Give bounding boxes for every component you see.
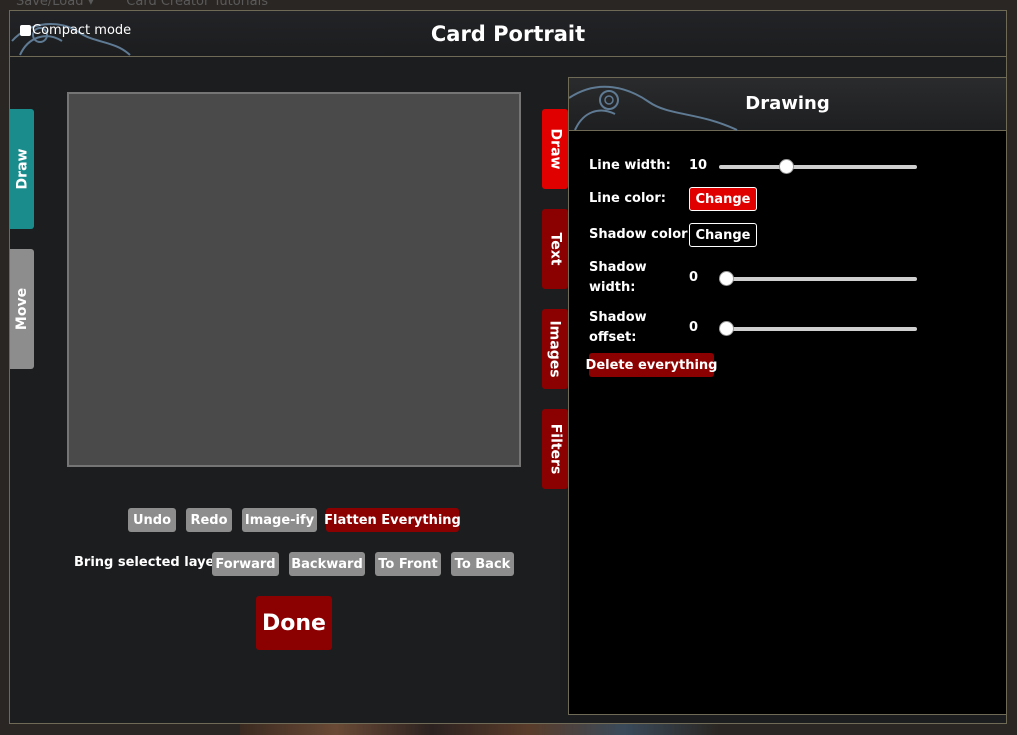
shadow-offset-value: 0 xyxy=(689,320,699,335)
background-menu: Save/Load ▾ Card Creator Tutorials xyxy=(16,0,296,9)
tutorials-menu[interactable]: Card Creator Tutorials xyxy=(126,0,268,9)
shadow-offset-slider-knob[interactable] xyxy=(719,321,734,336)
tab-draw[interactable]: Draw xyxy=(542,109,568,189)
tab-images[interactable]: Images xyxy=(542,309,568,389)
flatten-everything-button[interactable]: Flatten Everything xyxy=(324,508,461,532)
shadow-offset-label-line2: offset: xyxy=(589,330,637,345)
background-image-strip xyxy=(240,723,720,735)
line-width-slider[interactable] xyxy=(719,159,917,174)
line-width-value: 10 xyxy=(689,158,708,173)
undo-button[interactable]: Undo xyxy=(128,508,176,532)
shadow-width-label-line2: width: xyxy=(589,280,636,295)
drawing-panel-title: Drawing xyxy=(745,93,830,114)
shadow-width-label: Shadow width: xyxy=(589,258,647,298)
tab-images-label: Images xyxy=(547,320,563,378)
tab-draw-left-label: Draw xyxy=(14,148,30,190)
tab-draw-left[interactable]: Draw xyxy=(10,109,34,229)
tab-filters[interactable]: Filters xyxy=(542,409,568,489)
shadow-width-slider[interactable] xyxy=(719,271,917,286)
to-front-button[interactable]: To Front xyxy=(375,552,441,576)
tab-draw-label: Draw xyxy=(547,128,563,170)
delete-everything-button[interactable]: Delete everything xyxy=(586,353,717,377)
line-width-label: Line width: xyxy=(589,158,671,173)
modal-header: Compact mode Card Portrait xyxy=(10,11,1006,57)
shadow-offset-label-line1: Shadow xyxy=(589,310,647,325)
shadow-color-change-button[interactable]: Change xyxy=(689,223,757,247)
imageify-button[interactable]: Image-ify xyxy=(242,508,317,532)
line-color-label: Line color: xyxy=(589,191,666,206)
to-back-button[interactable]: To Back xyxy=(451,552,514,576)
drawing-canvas[interactable] xyxy=(67,92,521,467)
layer-order-label: Bring selected layer: xyxy=(74,555,226,570)
shadow-color-label: Shadow color: xyxy=(589,227,693,242)
forward-button[interactable]: Forward xyxy=(212,552,279,576)
line-color-change-button[interactable]: Change xyxy=(689,187,757,211)
done-button[interactable]: Done xyxy=(256,596,332,650)
shadow-width-label-line1: Shadow xyxy=(589,260,647,275)
tab-text-label: Text xyxy=(547,232,564,266)
backward-button[interactable]: Backward xyxy=(289,552,365,576)
shadow-width-slider-knob[interactable] xyxy=(719,271,734,286)
tab-move-left-label: Move xyxy=(14,287,31,331)
redo-button[interactable]: Redo xyxy=(186,508,232,532)
tab-text[interactable]: Text xyxy=(542,209,568,289)
tab-filters-label: Filters xyxy=(547,423,563,475)
card-portrait-modal: Compact mode Card Portrait Draw Move Dra… xyxy=(9,10,1007,724)
shadow-offset-slider[interactable] xyxy=(719,321,917,336)
tab-move-left[interactable]: Move xyxy=(10,249,34,369)
line-width-slider-knob[interactable] xyxy=(779,159,795,174)
save-load-menu[interactable]: Save/Load ▾ xyxy=(16,0,94,9)
drawing-panel: Drawing Line width: 10 Line color: Chang… xyxy=(568,77,1007,715)
drawing-panel-header: Drawing xyxy=(569,78,1006,131)
shadow-offset-label: Shadow offset: xyxy=(589,308,647,348)
shadow-width-value: 0 xyxy=(689,270,699,285)
modal-title: Card Portrait xyxy=(430,22,586,46)
